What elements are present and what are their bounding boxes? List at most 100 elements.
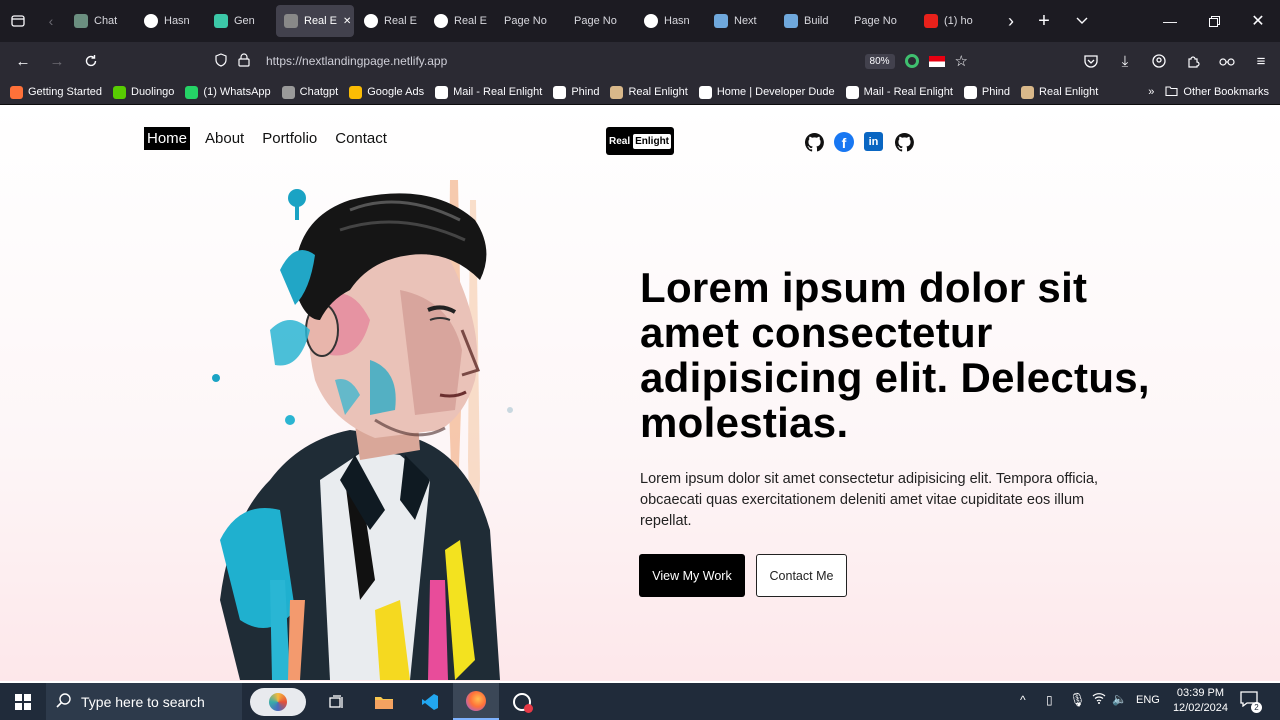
bookmark-item[interactable]: Mail - Real Enlight — [435, 85, 542, 99]
language-indicator[interactable]: ENG — [1136, 694, 1160, 706]
bookmark-item[interactable]: Home | Developer Dude — [698, 85, 835, 99]
more-bookmarks-icon[interactable]: » — [1148, 86, 1154, 98]
tab-favicon-icon — [214, 14, 228, 28]
browser-tab-bar: ‹ Chat Hasn Gen Real E ✕ Real E Real E Page No P… — [0, 0, 1280, 42]
hamburger-menu-icon[interactable]: ≡ — [1244, 46, 1278, 76]
extensions-icon[interactable] — [1176, 46, 1210, 76]
tab-favicon-icon — [924, 14, 938, 28]
tab-label: Real E — [304, 15, 338, 27]
browser-tab[interactable]: Hasn — [636, 5, 704, 37]
volume-icon[interactable]: 🔈 — [1112, 692, 1127, 706]
browser-tab[interactable]: Real E — [426, 5, 494, 37]
wifi-icon[interactable] — [1092, 692, 1106, 707]
task-view-icon[interactable] — [314, 683, 360, 720]
site-nav-home[interactable]: Home — [144, 127, 191, 150]
account-icon[interactable] — [1142, 46, 1176, 76]
copilot-app-icon[interactable] — [246, 683, 310, 720]
bookmark-item[interactable]: Getting Started — [10, 85, 102, 99]
tab-favicon-icon — [784, 14, 798, 28]
close-tab-icon[interactable]: ✕ — [343, 16, 351, 27]
tab-favicon-icon — [284, 14, 298, 28]
taskbar-clock[interactable]: 03:39 PM 12/02/2024 — [1173, 686, 1228, 716]
bookmark-label: Duolingo — [131, 86, 175, 98]
scroll-tabs-left-icon[interactable]: ‹ — [36, 0, 66, 42]
file-explorer-icon[interactable] — [361, 683, 407, 720]
chevron-down-icon[interactable] — [1062, 0, 1102, 42]
device-icon[interactable]: ▯ — [1046, 693, 1053, 707]
restore-window-icon[interactable] — [1192, 0, 1236, 42]
site-nav-portfolio[interactable]: Portfolio — [259, 127, 320, 150]
bookmark-favicon-icon — [698, 85, 712, 99]
extension-green-icon[interactable] — [904, 54, 919, 68]
show-hidden-icons-icon[interactable]: ^ — [1020, 693, 1026, 707]
site-nav-about[interactable]: About — [202, 127, 247, 150]
back-icon[interactable]: ← — [6, 46, 40, 76]
bookmark-item[interactable]: Chatgpt — [281, 85, 338, 99]
view-my-work-button[interactable]: View My Work — [639, 554, 745, 597]
pocket-icon[interactable] — [1074, 46, 1108, 76]
tab-label: Build — [804, 15, 829, 27]
minimize-window-icon[interactable]: — — [1148, 0, 1192, 42]
contact-me-button[interactable]: Contact Me — [756, 554, 847, 597]
tab-favicon-icon — [644, 14, 658, 28]
scroll-tabs-right-icon[interactable]: › — [996, 0, 1026, 42]
browser-tab[interactable]: Page No — [566, 5, 634, 37]
tab-favicon-icon — [144, 14, 158, 28]
screen-recorder-icon[interactable] — [499, 683, 545, 720]
tab-list-icon[interactable] — [0, 0, 36, 42]
bookmark-item[interactable]: Phind — [963, 85, 1010, 99]
other-bookmarks-label: Other Bookmarks — [1183, 86, 1269, 98]
browser-tab[interactable]: Page No — [846, 5, 914, 37]
browser-tab[interactable]: Real E ✕ — [276, 5, 354, 37]
forward-icon[interactable]: → — [40, 46, 74, 76]
flag-icon[interactable] — [928, 55, 945, 67]
other-bookmarks[interactable]: Other Bookmarks — [1165, 85, 1269, 99]
bookmark-item[interactable]: Real Enlight — [610, 85, 688, 99]
notifications-icon[interactable]: 2 — [1240, 691, 1262, 713]
browser-tab[interactable]: Hasn — [136, 5, 204, 37]
vscode-icon[interactable] — [407, 683, 453, 720]
zoom-level[interactable]: 80% — [864, 53, 895, 69]
taskbar-search-box[interactable]: Type here to search — [46, 683, 242, 720]
firefox-icon[interactable] — [453, 683, 499, 720]
microphone-icon[interactable]: 🎙 — [1069, 692, 1086, 708]
bookmark-item[interactable]: Google Ads — [349, 85, 424, 99]
downloads-icon[interactable]: ⤓ — [1108, 46, 1142, 76]
browser-tab[interactable]: Build — [776, 5, 844, 37]
tab-label: (1) ho — [944, 15, 973, 27]
browser-tab[interactable]: Page No — [496, 5, 564, 37]
tab-label: Page No — [574, 15, 617, 27]
bookmark-star-icon[interactable]: ☆ — [955, 52, 968, 70]
glasses-icon[interactable] — [1210, 46, 1244, 76]
clock-date: 12/02/2024 — [1172, 702, 1228, 714]
github-icon[interactable] — [804, 132, 824, 152]
bookmark-item[interactable]: Duolingo — [113, 85, 175, 99]
new-tab-button[interactable]: + — [1026, 0, 1062, 42]
shield-icon[interactable] — [214, 52, 228, 70]
browser-tab[interactable]: (1) ho — [916, 5, 984, 37]
url-bar[interactable]: https://nextlandingpage.netlify.app 80% … — [206, 46, 978, 76]
github-icon[interactable] — [894, 132, 914, 152]
bookmark-item[interactable]: Phind — [553, 85, 599, 99]
tab-label: Hasn — [664, 15, 690, 27]
bookmark-item[interactable]: Real Enlight — [1021, 85, 1098, 99]
windows-start-icon[interactable] — [0, 683, 46, 720]
facebook-icon[interactable]: f — [834, 132, 854, 152]
url-text[interactable]: https://nextlandingpage.netlify.app — [266, 54, 447, 68]
close-window-icon[interactable]: ✕ — [1236, 0, 1280, 42]
reload-icon[interactable] — [74, 46, 108, 76]
site-nav-contact[interactable]: Contact — [332, 127, 390, 150]
bookmark-favicon-icon — [10, 85, 23, 99]
bookmark-item[interactable]: Mail - Real Enlight — [845, 85, 953, 99]
tab-label: Page No — [854, 15, 897, 27]
linkedin-icon[interactable]: in — [864, 132, 883, 151]
site-logo[interactable]: Real Enlight — [606, 127, 674, 155]
browser-tab[interactable]: Chat — [66, 5, 134, 37]
browser-tab[interactable]: Next — [706, 5, 774, 37]
browser-tab[interactable]: Gen — [206, 5, 274, 37]
browser-tab[interactable]: Real E — [356, 5, 424, 37]
lock-icon[interactable] — [238, 52, 250, 70]
search-icon — [56, 692, 71, 711]
bookmark-item[interactable]: (1) WhatsApp — [185, 85, 271, 99]
bookmarks-toolbar: Getting Started Duolingo (1) WhatsApp Chatg… — [0, 80, 1280, 105]
